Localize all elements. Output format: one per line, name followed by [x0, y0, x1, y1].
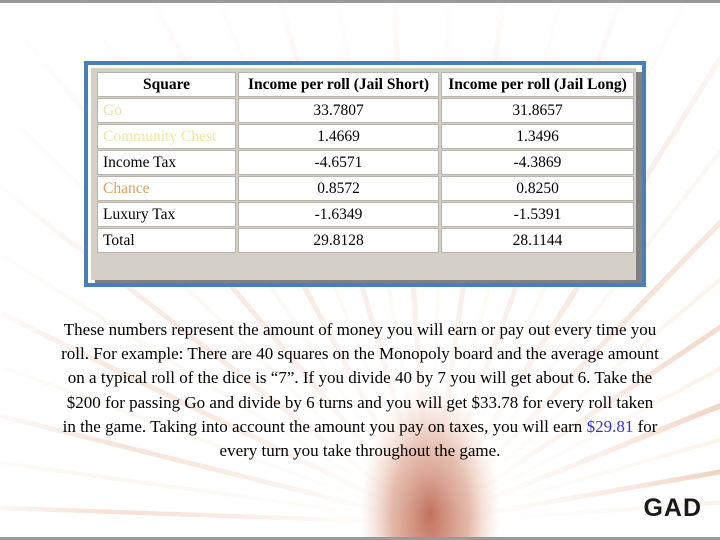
row-label-community-chest: Community Chest — [97, 124, 236, 149]
cell-jail-long: 31.8657 — [441, 98, 634, 123]
column-header-square: Square — [97, 72, 236, 97]
data-table-frame: Square Income per roll (Jail Short) Inco… — [84, 61, 646, 287]
table-row: Income Tax -4.6571 -4.3869 — [97, 150, 634, 175]
cell-jail-long: -4.3869 — [441, 150, 634, 175]
row-label-total: Total — [97, 228, 236, 253]
table-row: Chance 0.8572 0.8250 — [97, 176, 634, 201]
table-row: Go 33.7807 31.8657 — [97, 98, 634, 123]
monopoly-income-table: Square Income per roll (Jail Short) Inco… — [95, 71, 636, 254]
explanation-paragraph: These numbers represent the amount of mo… — [60, 318, 660, 463]
cell-jail-long: 28.1144 — [441, 228, 634, 253]
paragraph-text-part-one: These numbers represent the amount of mo… — [61, 320, 659, 436]
row-label-chance: Chance — [97, 176, 236, 201]
cell-jail-short: -1.6349 — [238, 202, 439, 227]
table-row: Community Chest 1.4669 1.3496 — [97, 124, 634, 149]
cell-jail-short: 29.8128 — [238, 228, 439, 253]
table-body: Go 33.7807 31.8657 Community Chest 1.466… — [97, 98, 634, 253]
slide-canvas: Square Income per roll (Jail Short) Inco… — [0, 0, 720, 540]
table-row: Luxury Tax -1.6349 -1.5391 — [97, 202, 634, 227]
cell-jail-short: 1.4669 — [238, 124, 439, 149]
cell-jail-long: 0.8250 — [441, 176, 634, 201]
cell-jail-long: 1.3496 — [441, 124, 634, 149]
row-label-go: Go — [97, 98, 236, 123]
column-header-jail-long: Income per roll (Jail Long) — [441, 72, 634, 97]
column-header-jail-short: Income per roll (Jail Short) — [238, 72, 439, 97]
cell-jail-long: -1.5391 — [441, 202, 634, 227]
table-row: Total 29.8128 28.1144 — [97, 228, 634, 253]
highlighted-amount: $29.81 — [586, 416, 634, 436]
cell-jail-short: 33.7807 — [238, 98, 439, 123]
table-surface: Square Income per roll (Jail Short) Inco… — [91, 68, 636, 280]
row-label-luxury-tax: Luxury Tax — [97, 202, 236, 227]
row-label-income-tax: Income Tax — [97, 150, 236, 175]
cell-jail-short: -4.6571 — [238, 150, 439, 175]
cell-jail-short: 0.8572 — [238, 176, 439, 201]
gad-logo: GAD — [643, 494, 702, 522]
table-header-row: Square Income per roll (Jail Short) Inco… — [97, 72, 634, 97]
